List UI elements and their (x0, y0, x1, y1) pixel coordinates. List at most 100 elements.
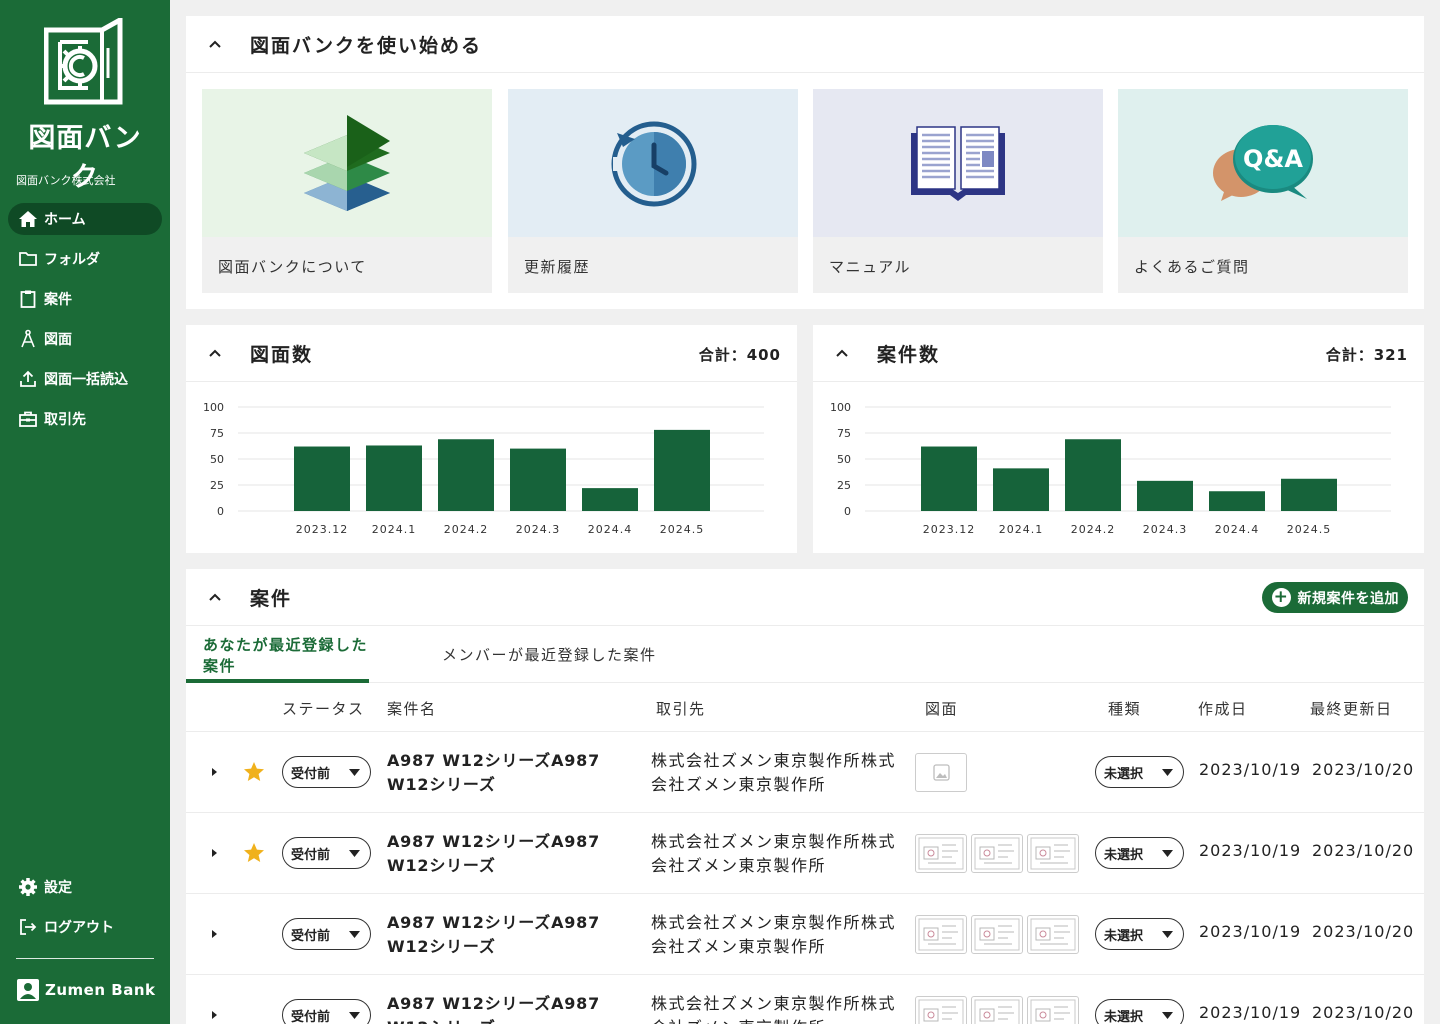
tile-about[interactable]: 図面バンクについて (202, 89, 492, 293)
bar[interactable] (921, 446, 977, 511)
table-row[interactable]: 受付前 A987 W12シリーズA987 W12シリーズ株式会社ズメン東京製作所株… (186, 732, 1424, 813)
caret-down-icon (349, 931, 360, 938)
nav-item-bulk-import[interactable]: 図面一括読込 (8, 363, 162, 395)
expand-row-icon[interactable] (208, 766, 220, 778)
kind-value: 未選択 (1104, 928, 1144, 944)
caret-down-icon (1162, 1012, 1173, 1019)
nav-item-label: 図面 (44, 332, 72, 348)
column-header-updated[interactable]: 最終更新日 (1310, 698, 1393, 719)
bar[interactable] (438, 439, 494, 511)
drawing-thumbnail[interactable] (1027, 834, 1079, 873)
kind-select[interactable]: 未選択 (1095, 837, 1184, 869)
star-icon[interactable] (242, 841, 266, 865)
nav-item-label: 図面一括読込 (44, 372, 128, 388)
project-tabs: あなたが最近登録した案件 メンバーが最近登録した案件 (186, 626, 1424, 683)
bar[interactable] (510, 448, 566, 511)
table-row[interactable]: 受付前 A987 W12シリーズA987 W12シリーズ株式会社ズメン東京製作所株… (186, 975, 1424, 1024)
briefcase-icon (19, 411, 37, 427)
column-header-name[interactable]: 案件名 (387, 698, 437, 719)
table-header: ステータス 案件名 取引先 図面 種類 作成日 最終更新日 (186, 683, 1424, 732)
bar[interactable] (654, 429, 710, 511)
drawing-thumbnail[interactable] (971, 915, 1023, 954)
drawing-thumbnail[interactable] (971, 996, 1023, 1024)
status-value: 受付前 (291, 928, 331, 944)
drawings-bar-chart: 0 25 50 75 100 2023.12 2024.1 2024.2 2024.3 2024.… (203, 401, 764, 536)
project-name[interactable]: A987 W12シリーズA987 W12シリーズ (387, 992, 637, 1024)
bar[interactable] (294, 446, 350, 511)
column-header-kind[interactable]: 種類 (1108, 698, 1141, 719)
caret-down-icon (349, 1012, 360, 1019)
chevron-up-icon[interactable] (208, 590, 222, 604)
updated-date: 2023/10/20 (1312, 1003, 1415, 1022)
table-row[interactable]: 受付前 A987 W12シリーズA987 W12シリーズ株式会社ズメン東京製作所株… (186, 894, 1424, 975)
user-account[interactable]: Zumen Bank (16, 978, 155, 1002)
caret-down-icon (1162, 850, 1173, 857)
bar[interactable] (366, 445, 422, 511)
drawing-thumbnail[interactable] (915, 996, 967, 1024)
nav-item-clients[interactable]: 取引先 (8, 403, 162, 435)
project-name[interactable]: A987 W12シリーズA987 W12シリーズ (387, 749, 637, 797)
project-name[interactable]: A987 W12シリーズA987 W12シリーズ (387, 830, 637, 878)
drawing-placeholder[interactable] (915, 753, 967, 792)
bar[interactable] (582, 488, 638, 511)
chevron-up-icon[interactable] (208, 37, 222, 51)
add-project-button[interactable]: + 新規案件を追加 (1261, 582, 1408, 613)
plus-icon: + (1271, 588, 1291, 607)
zumen-bank-logo-icon[interactable] (44, 18, 124, 110)
column-header-status[interactable]: ステータス (282, 698, 365, 719)
chevron-up-icon[interactable] (208, 346, 222, 360)
tile-history[interactable]: 更新履歴 (508, 89, 798, 293)
drawing-thumbnail[interactable] (915, 834, 967, 873)
column-header-created[interactable]: 作成日 (1198, 698, 1248, 719)
column-header-client[interactable]: 取引先 (656, 698, 706, 719)
nav-item-drawings[interactable]: 図面 (8, 323, 162, 355)
kind-select[interactable]: 未選択 (1095, 918, 1184, 950)
card-header: 案件 + 新規案件を追加 (186, 569, 1424, 626)
bar[interactable] (993, 468, 1049, 511)
expand-row-icon[interactable] (208, 847, 220, 859)
nav-item-label: 取引先 (44, 412, 86, 428)
svg-text:Q&A: Q&A (1243, 145, 1303, 173)
kind-select[interactable]: 未選択 (1095, 756, 1184, 788)
nav-item-settings[interactable]: 設定 (8, 871, 162, 903)
chevron-up-icon[interactable] (835, 346, 849, 360)
status-select[interactable]: 受付前 (282, 999, 371, 1024)
bar[interactable] (1137, 480, 1193, 511)
status-select[interactable]: 受付前 (282, 837, 371, 869)
nav-item-projects[interactable]: 案件 (8, 283, 162, 315)
tile-label: マニュアル (829, 258, 912, 276)
drawing-thumbnail[interactable] (915, 915, 967, 954)
x-tick-label: 2023.12 (923, 523, 976, 536)
status-value: 受付前 (291, 766, 331, 782)
y-tick-label: 100 (203, 401, 224, 414)
kind-select[interactable]: 未選択 (1095, 999, 1184, 1024)
expand-row-icon[interactable] (208, 928, 220, 940)
bar[interactable] (1209, 491, 1265, 511)
card-title: 案件数 (877, 343, 941, 366)
expand-row-icon[interactable] (208, 1009, 220, 1021)
drawing-thumbnail[interactable] (1027, 915, 1079, 954)
tab-member-recent-projects[interactable]: メンバーが最近登録した案件 (442, 626, 657, 682)
card-header: 図面バンクを使い始める (186, 16, 1424, 73)
created-date: 2023/10/19 (1199, 841, 1302, 860)
project-name[interactable]: A987 W12シリーズA987 W12シリーズ (387, 911, 637, 959)
star-icon[interactable] (242, 760, 266, 784)
caret-down-icon (349, 769, 360, 776)
nav-item-label: ログアウト (44, 920, 114, 936)
tab-my-recent-projects[interactable]: あなたが最近登録した案件 (186, 626, 369, 683)
getting-started-card: 図面バンクを使い始める 図面バンクについて 更新履歴 マニュアル Q&A よくあ… (186, 16, 1424, 309)
tile-faq[interactable]: Q&A よくあるご質問 (1118, 89, 1408, 293)
nav-item-home[interactable]: ホーム (8, 203, 162, 235)
drawing-thumbnail[interactable] (1027, 996, 1079, 1024)
drawing-thumbnail[interactable] (971, 834, 1023, 873)
tile-manual[interactable]: マニュアル (813, 89, 1103, 293)
status-select[interactable]: 受付前 (282, 756, 371, 788)
bar[interactable] (1065, 439, 1121, 511)
status-select[interactable]: 受付前 (282, 918, 371, 950)
bar[interactable] (1281, 478, 1337, 511)
table-row[interactable]: 受付前 A987 W12シリーズA987 W12シリーズ株式会社ズメン東京製作所株… (186, 813, 1424, 894)
nav-item-folder[interactable]: フォルダ (8, 243, 162, 275)
client-name: 株式会社ズメン東京製作所株式会社ズメン東京製作所 (651, 994, 897, 1024)
projects-bar-chart: 0 25 50 75 100 2023.12 2024.1 2024.2 2024.3 2024.… (830, 401, 1391, 536)
nav-item-logout[interactable]: ログアウト (8, 911, 162, 943)
